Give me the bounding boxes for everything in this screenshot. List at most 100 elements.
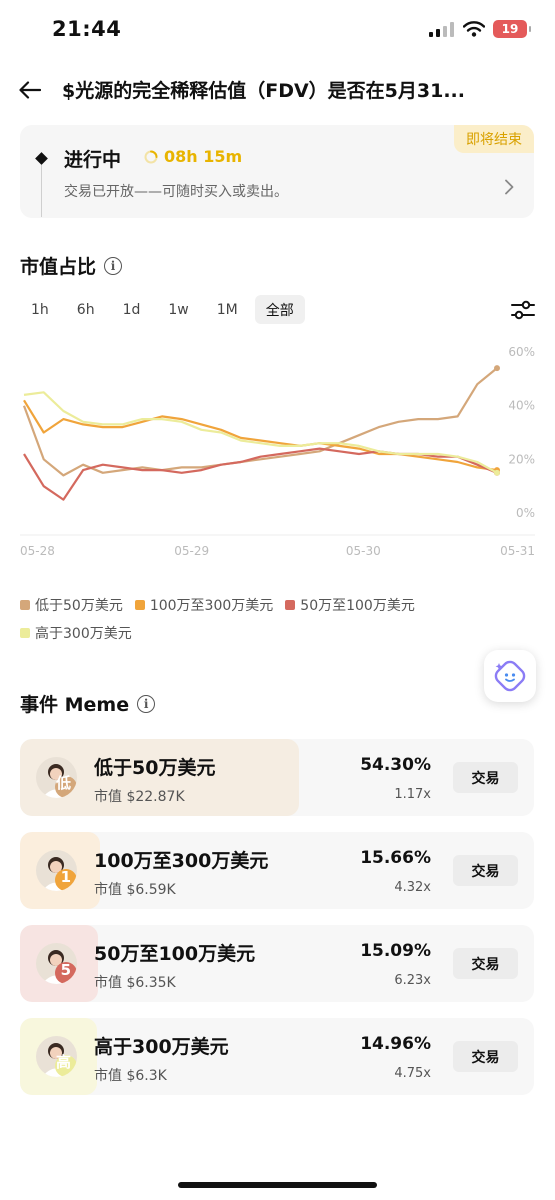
chevron-right-icon xyxy=(505,179,514,195)
loading-spinner-icon xyxy=(144,150,158,163)
payout-multiplier: 6.23x xyxy=(394,973,431,988)
market-cap-value: $22.87K xyxy=(126,789,185,805)
status-time: 21:44 xyxy=(52,17,122,41)
outcome-name: 低于50万美元 xyxy=(94,757,216,779)
series-line-1 xyxy=(22,367,498,477)
market-cap-value: $6.35K xyxy=(126,975,176,991)
outcome-name: 100万至300万美元 xyxy=(94,850,269,872)
market-share-heading: 市值占比 i xyxy=(20,252,123,279)
avatar-letter: 5 xyxy=(60,961,71,979)
event-meme-title: 事件 Meme xyxy=(20,694,130,716)
market-cap: 市值 $6.35K xyxy=(94,972,176,992)
y-tick-label: 40% xyxy=(508,399,535,413)
legend-label: 100万至300万美元 xyxy=(149,598,274,614)
status-icons: 19 xyxy=(429,20,531,38)
filter-sliders-icon[interactable] xyxy=(511,299,535,321)
probability-percent: 54.30% xyxy=(360,755,431,775)
legend-swatch xyxy=(134,600,145,610)
info-icon[interactable]: i xyxy=(137,694,156,713)
range-tab-1h[interactable]: 1h xyxy=(20,295,60,324)
countdown-timer: 08h 15m xyxy=(144,147,242,166)
outcome-row[interactable]: 1 100万至300万美元 市值 $6.59K 15.66% 4.32x 交易 xyxy=(20,832,534,909)
avatar: 5 xyxy=(36,943,77,984)
avatar: 低 xyxy=(36,757,77,798)
time-range-tabs: 1h 6h 1d 1w 1M 全部 xyxy=(20,295,305,324)
arrow-left-icon xyxy=(19,81,41,99)
x-tick-label: 05-28 xyxy=(20,544,55,558)
x-tick-label: 05-30 xyxy=(346,544,381,558)
market-cap-value: $6.59K xyxy=(126,882,176,898)
outcome-name: 高于300万美元 xyxy=(94,1036,229,1058)
range-tab-all[interactable]: 全部 xyxy=(254,295,305,324)
ending-soon-badge: 即将结束 xyxy=(454,125,534,153)
payout-multiplier: 1.17x xyxy=(394,787,431,802)
probability-percent: 15.09% xyxy=(360,941,431,961)
y-tick-label: 60% xyxy=(508,345,535,359)
legend-swatch xyxy=(20,628,30,638)
trade-button[interactable]: 交易 xyxy=(453,762,518,793)
legend-swatch xyxy=(285,600,296,610)
avatar: 高 xyxy=(36,1036,77,1077)
range-tab-1w[interactable]: 1w xyxy=(157,295,199,324)
legend-item: 50万至100万美元 xyxy=(285,595,415,615)
avatar-letter: 1 xyxy=(60,868,71,886)
wifi-icon xyxy=(463,21,485,37)
avatar-letter: 高 xyxy=(55,1053,71,1071)
market-cap-label: 市值 xyxy=(94,975,122,991)
trade-button[interactable]: 交易 xyxy=(453,855,518,886)
legend-swatch xyxy=(20,600,30,610)
cellular-signal-icon xyxy=(429,22,454,37)
market-cap: 市值 $6.59K xyxy=(94,879,176,899)
series-line-4 xyxy=(23,391,498,474)
market-state: 进行中 xyxy=(64,149,122,171)
avatar: 1 xyxy=(36,850,77,891)
ai-assistant-icon xyxy=(494,660,526,692)
market-cap-label: 市值 xyxy=(94,1068,122,1084)
market-status-description: 交易已开放——可随时买入或卖出。 xyxy=(64,184,288,200)
trade-button[interactable]: 交易 xyxy=(453,1041,518,1072)
market-cap-label: 市值 xyxy=(94,882,122,898)
ai-assistant-button[interactable] xyxy=(484,650,536,702)
legend-item: 高于300万美元 xyxy=(20,623,132,643)
legend-label: 50万至100万美元 xyxy=(300,598,415,614)
legend-item: 100万至300万美元 xyxy=(134,595,274,615)
battery-icon: 19 xyxy=(493,20,531,38)
series-line-3 xyxy=(23,447,498,501)
trade-button[interactable]: 交易 xyxy=(453,948,518,979)
range-tab-1m[interactable]: 1M xyxy=(206,295,249,324)
chart-legend: 低于50万美元 100万至300万美元 50万至100万美元高于300万美元 xyxy=(20,595,480,643)
legend-item: 低于50万美元 xyxy=(20,595,123,615)
series-end-point xyxy=(494,365,500,372)
market-cap: 市值 $22.87K xyxy=(94,786,185,806)
legend-label: 高于300万美元 xyxy=(35,626,132,642)
timeline-diamond-icon xyxy=(35,152,48,165)
page-title: $光源的完全稀释估值（FDV）是否在5月31... xyxy=(62,80,465,102)
range-tab-1d[interactable]: 1d xyxy=(112,295,152,324)
timeline-line xyxy=(41,165,42,217)
y-tick-label: 0% xyxy=(516,506,535,520)
market-status-card[interactable]: 即将结束 进行中 08h 15m 交易已开放——可随时买入或卖出。 xyxy=(20,125,534,218)
market-share-title: 市值占比 xyxy=(20,256,97,278)
market-cap-value: $6.3K xyxy=(126,1068,167,1084)
market-cap: 市值 $6.3K xyxy=(94,1065,167,1085)
x-tick-label: 05-29 xyxy=(174,544,209,558)
payout-multiplier: 4.32x xyxy=(394,880,431,895)
outcome-name: 50万至100万美元 xyxy=(94,943,256,965)
outcome-row[interactable]: 低 低于50万美元 市值 $22.87K 54.30% 1.17x 交易 xyxy=(20,739,534,816)
probability-percent: 14.96% xyxy=(360,1034,431,1054)
y-tick-label: 20% xyxy=(508,452,535,466)
info-icon[interactable]: i xyxy=(104,256,123,275)
outcome-row[interactable]: 高 高于300万美元 市值 $6.3K 14.96% 4.75x 交易 xyxy=(20,1018,534,1095)
back-button[interactable] xyxy=(14,74,46,106)
range-tab-6h[interactable]: 6h xyxy=(66,295,106,324)
outcome-row[interactable]: 5 50万至100万美元 市值 $6.35K 15.09% 6.23x 交易 xyxy=(20,925,534,1002)
legend-label: 低于50万美元 xyxy=(35,598,123,614)
x-tick-label: 05-31 xyxy=(500,544,535,558)
countdown-value: 08h 15m xyxy=(164,147,243,166)
probability-percent: 15.66% xyxy=(360,848,431,868)
payout-multiplier: 4.75x xyxy=(394,1066,431,1081)
home-indicator xyxy=(178,1182,377,1188)
market-cap-label: 市值 xyxy=(94,789,122,805)
event-meme-heading: 事件 Meme i xyxy=(20,690,156,717)
page-header: $光源的完全稀释估值（FDV）是否在5月31... xyxy=(0,70,555,110)
